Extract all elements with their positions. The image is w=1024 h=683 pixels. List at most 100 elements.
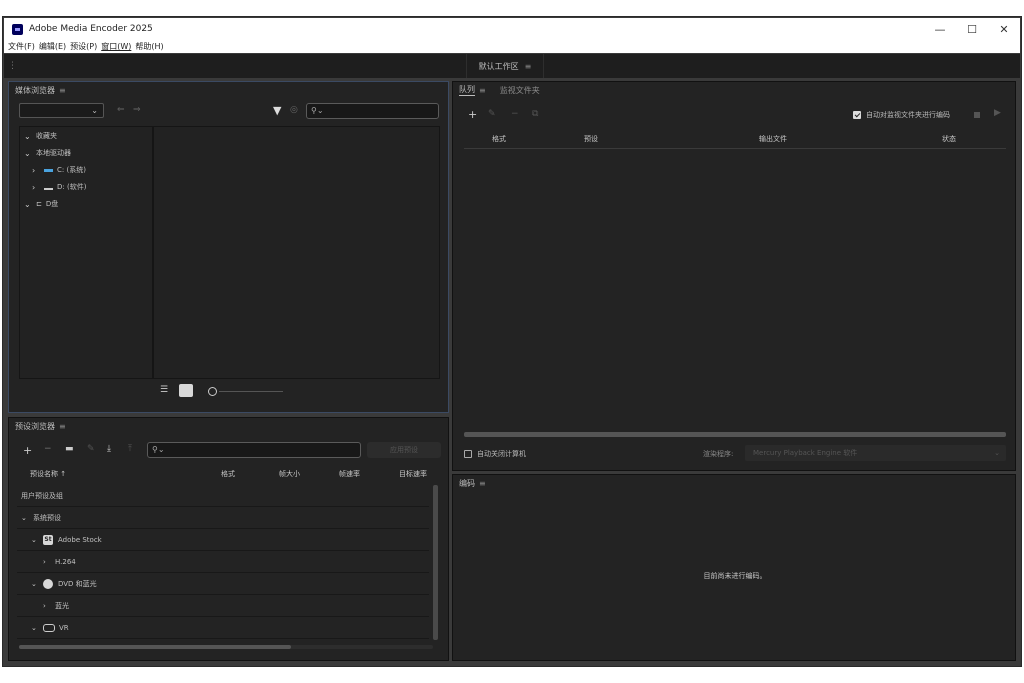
horizontal-scrollbar[interactable] [464,432,1006,437]
export-preset-icon[interactable]: ⤒ [128,444,132,454]
column-format[interactable]: 格式 [492,134,506,144]
tree-item-favorites[interactable]: ⌄ 收藏夹 [24,129,57,143]
preset-row-user[interactable]: 用户预设及组 [17,485,429,507]
chevron-down-icon: ⌄ [24,148,31,158]
panel-menu-icon[interactable]: ≡ [479,86,486,95]
vertical-scrollbar[interactable] [433,485,438,640]
menu-file[interactable]: 文件(F) [8,41,35,52]
preset-row-label: H.264 [55,557,76,566]
horizontal-scrollbar-thumb[interactable] [19,645,291,649]
list-view-icon[interactable]: ☰ [160,385,168,395]
tree-item-drive-c[interactable]: › C: (系统) [32,163,86,177]
chevron-down-icon: ⌄ [21,513,27,522]
menu-help[interactable]: 帮助(H) [135,41,163,52]
tree-item-drive-d[interactable]: › D: (软件) [32,180,86,194]
column-frame-size[interactable]: 帧大小 [279,469,300,479]
chevron-down-icon: ⌄ [31,535,37,544]
chevron-down-icon: ⌄ [31,623,37,632]
auto-encode-option[interactable]: 自动对监视文件夹进行编码 [853,110,950,120]
tree-item-d-pan[interactable]: ⌄ ⊏ D盘 [24,197,58,211]
menu-window[interactable]: 窗口(W) [101,41,131,52]
add-preset-icon[interactable]: + [23,444,32,457]
tree-item-local-drives[interactable]: ⌄ 本地驱动器 [24,146,71,160]
duplicate-icon[interactable]: ⧉ [532,109,538,119]
workspace-bar: ⋮ 默认工作区 ≡ [4,54,1020,78]
column-target-rate[interactable]: 目标速率 [399,469,427,479]
preset-row-system[interactable]: ⌄ 系统预设 [17,507,429,529]
media-browser-title: 媒体浏览器 [15,85,55,95]
tree-item-label: 本地驱动器 [36,149,71,157]
panel-menu-icon[interactable]: ≡ [59,86,66,95]
auto-encode-label: 自动对监视文件夹进行编码 [866,111,950,119]
zoom-slider-handle[interactable] [208,387,217,396]
tree-item-label: D盘 [45,200,59,208]
queue-header: 队列 ≡ 监视文件夹 [453,82,1015,98]
preset-row-h264[interactable]: › H.264 [17,551,429,573]
apply-preset-button[interactable]: 应用预设 [367,442,441,458]
new-group-icon[interactable]: ▬ [65,444,74,454]
preset-row-adobe-stock[interactable]: ⌄ St Adobe Stock [17,529,429,551]
preset-row-label: 用户预设及组 [21,491,63,500]
column-preset-name[interactable]: 预设名称 ↑ [30,469,66,479]
stop-icon[interactable] [974,112,980,118]
adobe-stock-icon: St [43,534,53,545]
location-dropdown[interactable]: ⌄ [19,103,104,118]
preset-browser-title: 预设浏览器 [15,421,55,431]
preset-row-bluray[interactable]: › 蓝光 [17,595,429,617]
drive-icon [44,188,53,190]
folder-icon: ⊏ [36,200,42,208]
title-bar: Adobe Media Encoder 2025 — ☐ ✕ [4,18,1020,40]
remove-icon[interactable]: − [511,109,519,119]
search-icon: ⚲⌄ [152,445,165,454]
encoding-status-text: 目前尚未进行编码。 [703,572,767,580]
column-preset[interactable]: 预设 [584,134,598,144]
tree-item-label: D: (软件) [57,183,87,191]
play-icon[interactable]: ▶ [994,108,1001,118]
column-status[interactable]: 状态 [942,134,956,144]
zoom-slider-track[interactable] [219,391,283,392]
shutdown-option[interactable]: 自动关闭计算机 [464,449,526,459]
preset-row-dvd-bluray[interactable]: ⌄ DVD 和蓝光 [17,573,429,595]
filter-icon[interactable]: ▼ [273,104,281,117]
queue-panel: 队列 ≡ 监视文件夹 + ✎ − ⧉ 自动对监视文件夹进行编码 ▶ 格式 预设 … [452,81,1016,471]
tab-queue[interactable]: 队列 [459,84,475,96]
preset-search-input[interactable]: ⚲⌄ [147,442,361,458]
import-preset-icon[interactable]: ⤓ [107,444,111,454]
column-frame-rate[interactable]: 帧速率 [339,469,360,479]
preset-browser-header: 预设浏览器 ≡ [9,418,448,434]
chevron-right-icon: › [32,182,36,192]
thumbnail-view-icon[interactable] [179,384,193,397]
workspace-tab-label: 默认工作区 [478,61,519,71]
back-arrow-icon[interactable]: ⇐ [117,105,125,115]
menu-edit[interactable]: 编辑(E) [39,41,66,52]
menu-preset[interactable]: 预设(P) [70,41,97,52]
queue-list-area[interactable] [464,149,1006,429]
column-format[interactable]: 格式 [221,469,235,479]
workspace-tab-default[interactable]: 默认工作区 ≡ [466,54,544,78]
add-source-icon[interactable]: + [468,108,477,121]
view-toggle-icon[interactable]: ◎ [290,105,298,115]
menu-bar: 文件(F) 编辑(E) 预设(P) 窗口(W) 帮助(H) [4,40,1020,53]
media-search-input[interactable]: ⚲⌄ [306,103,439,119]
preset-row-label: VR [59,623,69,632]
disc-icon [43,578,53,589]
panel-menu-icon[interactable]: ≡ [479,479,486,488]
shutdown-checkbox[interactable] [464,450,472,458]
minimize-button[interactable]: — [924,23,956,36]
preset-row-label: Adobe Stock [58,535,102,544]
preset-row-vr[interactable]: ⌄ VR [17,617,429,639]
column-output-file[interactable]: 输出文件 [759,134,787,144]
auto-encode-checkbox[interactable] [853,111,861,119]
maximize-button[interactable]: ☐ [956,23,988,36]
close-button[interactable]: ✕ [988,23,1020,36]
panel-menu-icon[interactable]: ≡ [59,422,66,431]
edit-icon[interactable]: ✎ [488,109,496,119]
tab-watch-folders[interactable]: 监视文件夹 [500,85,540,96]
drag-handle-icon[interactable]: ⋮ [8,61,17,71]
remove-preset-icon[interactable]: − [44,444,52,454]
workspace-menu-icon[interactable]: ≡ [525,62,532,71]
renderer-dropdown[interactable]: Mercury Playback Engine 软件 ⌄ [745,445,1006,461]
preset-settings-icon[interactable]: ✎ [87,444,95,454]
file-content-area[interactable] [153,126,440,379]
forward-arrow-icon[interactable]: ⇒ [133,105,141,115]
